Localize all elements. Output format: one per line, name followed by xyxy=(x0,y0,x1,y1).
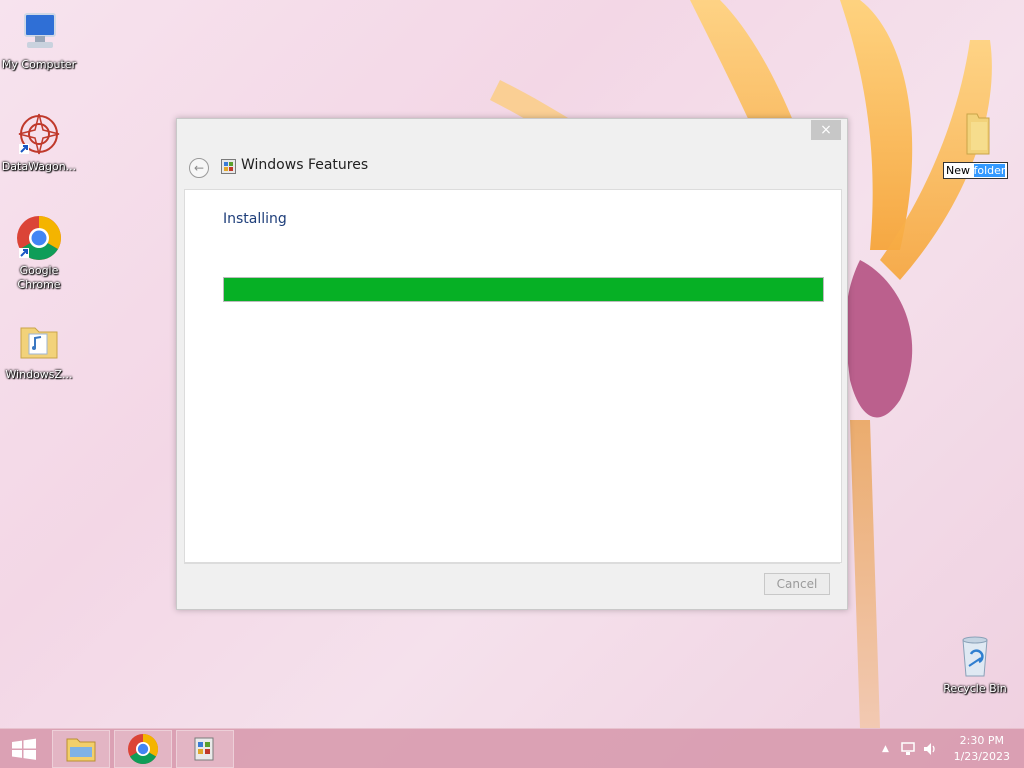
system-tray: ▲ 2:30 PM 1/23/2023 xyxy=(864,729,1024,768)
rename-input[interactable]: New folder xyxy=(943,162,1009,179)
desktop-icon-windowsz[interactable]: WindowsZ... xyxy=(0,318,81,382)
desktop: My Computer DataWagon... Google Chrome W… xyxy=(0,0,1024,768)
desktop-icon-label: DataWagon... xyxy=(1,160,77,173)
clock-date: 1/23/2023 xyxy=(953,750,1010,763)
rename-text-selected: folder xyxy=(973,164,1006,177)
desktop-icon-label: My Computer xyxy=(1,58,77,71)
back-arrow-icon: ← xyxy=(193,161,205,175)
back-button[interactable]: ← xyxy=(189,158,209,178)
desktop-icon-my-computer[interactable]: My Computer xyxy=(0,8,81,72)
recycle-bin-icon xyxy=(962,636,988,677)
folder-icon xyxy=(966,113,990,155)
desktop-icon-new-folder[interactable] xyxy=(944,110,1010,162)
datawagon-icon xyxy=(18,113,60,155)
chrome-icon xyxy=(17,216,61,260)
dialog-footer: Cancel xyxy=(184,563,840,604)
desktop-icon-label: WindowsZ... xyxy=(5,368,73,381)
show-hidden-icons-icon[interactable]: ▲ xyxy=(882,744,889,754)
clock-time: 2:30 PM xyxy=(959,734,1004,747)
taskbar-file-explorer[interactable] xyxy=(52,730,110,768)
windows-features-icon xyxy=(194,737,214,761)
computer-icon xyxy=(24,13,56,48)
desktop-icon-google-chrome[interactable]: Google Chrome xyxy=(0,214,81,292)
progress-bar xyxy=(223,277,824,302)
desktop-icon-label: Google Chrome xyxy=(17,264,61,291)
close-icon: × xyxy=(820,122,832,138)
dialog-header: ← Windows Features xyxy=(177,149,847,187)
start-button[interactable] xyxy=(0,730,48,768)
volume-icon[interactable] xyxy=(922,741,938,757)
file-explorer-icon xyxy=(66,738,96,762)
close-button[interactable]: × xyxy=(811,120,841,140)
network-icon[interactable] xyxy=(900,741,916,757)
windows-logo-icon xyxy=(12,738,36,760)
dialog-title: Windows Features xyxy=(241,157,369,173)
desktop-icon-datawagon[interactable]: DataWagon... xyxy=(0,110,81,174)
desktop-icon-label: Recycle Bin xyxy=(943,682,1007,695)
taskbar-chrome[interactable] xyxy=(114,730,172,768)
dialog-content: Installing xyxy=(184,189,842,563)
taskbar: ▲ 2:30 PM 1/23/2023 xyxy=(0,728,1024,768)
windows-features-dialog: × ← Windows Features Installing Cancel xyxy=(176,118,848,610)
desktop-icon-recycle-bin[interactable]: Recycle Bin xyxy=(933,632,1017,696)
clock[interactable]: 2:30 PM 1/23/2023 xyxy=(954,733,1010,765)
windows-features-icon xyxy=(221,159,236,174)
rename-text-unselected: New xyxy=(946,164,974,177)
status-text: Installing xyxy=(223,211,287,227)
cancel-button[interactable]: Cancel xyxy=(764,573,830,595)
folder-icon xyxy=(20,327,58,359)
progress-fill xyxy=(224,278,823,301)
chrome-icon xyxy=(128,734,159,765)
taskbar-windows-features[interactable] xyxy=(176,730,234,768)
